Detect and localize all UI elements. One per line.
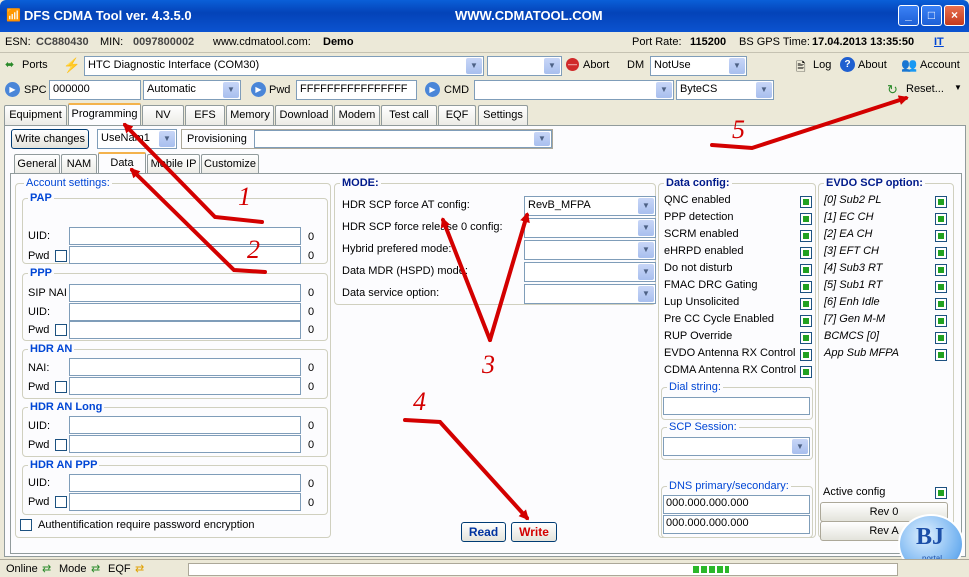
annotation-1: 1: [238, 182, 251, 211]
annotation-5: 5: [732, 115, 745, 144]
arrow-4: [403, 418, 530, 521]
arrow-3a: [440, 217, 492, 342]
annotation-2: 2: [247, 235, 260, 264]
status-eqf-icon: ⇄: [135, 563, 145, 575]
annotation-overlay: [122, 95, 909, 521]
progress-bar: [188, 563, 898, 576]
annotation-3: 3: [482, 350, 495, 379]
annotation-4: 4: [413, 387, 426, 416]
arrow-3b: [488, 212, 530, 342]
status-eqf: EQF: [108, 563, 131, 575]
status-mode: Mode: [59, 563, 87, 575]
status-online-icon: ⇄: [42, 563, 52, 575]
watermark-text: BJ: [916, 524, 945, 550]
status-bar: Online ⇄ Mode ⇄ EQF ⇄: [0, 559, 969, 577]
status-mode-icon: ⇄: [91, 563, 101, 575]
progress-bar-fill: [693, 566, 729, 573]
status-online: Online: [6, 563, 38, 575]
